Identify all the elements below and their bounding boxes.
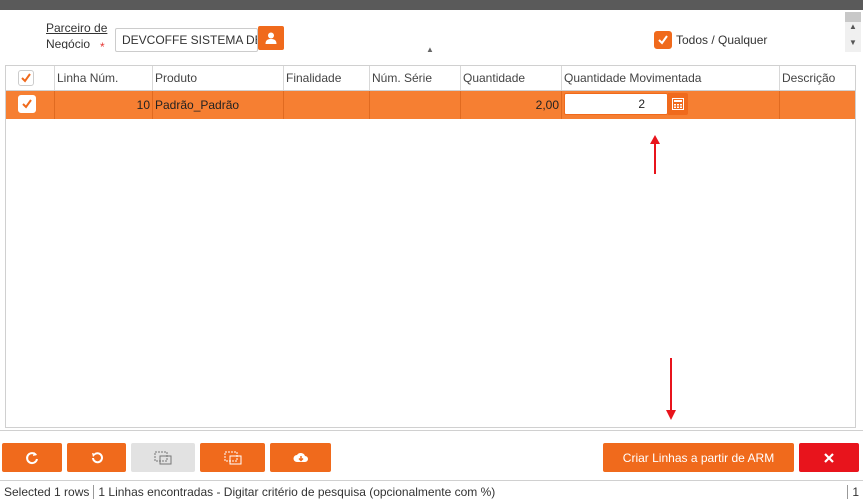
cell-finalidade[interactable] <box>284 91 370 119</box>
scroll-down-icon[interactable]: ▼ <box>849 38 857 47</box>
grid-header: Linha Núm. Produto Finalidade Núm. Série… <box>6 66 855 91</box>
download-button[interactable] <box>270 443 331 472</box>
undo-button[interactable] <box>67 443 126 472</box>
user-icon <box>265 32 277 44</box>
status-bar: Selected 1 rows 1 Linhas encontradas - D… <box>0 480 863 502</box>
cell-linha-num[interactable]: 10 <box>55 91 153 119</box>
partner-label[interactable]: Parceiro de <box>46 21 107 35</box>
close-button[interactable] <box>799 443 859 472</box>
partner-label-line2: Negócio <box>46 37 91 49</box>
lines-grid: Linha Núm. Produto Finalidade Núm. Série… <box>5 65 856 428</box>
create-lines-button[interactable]: Criar Linhas a partir de ARM <box>603 443 794 472</box>
col-header-linha[interactable]: Linha Núm. <box>55 66 153 90</box>
columns-icon <box>224 451 241 464</box>
col-header-qtd-movimentada[interactable]: Quantidade Movimentada <box>562 66 780 90</box>
columns-icon <box>154 451 172 464</box>
scroll-up-icon[interactable]: ▲ <box>849 22 857 31</box>
col-header-finalidade[interactable]: Finalidade <box>284 66 370 90</box>
status-message: 1 Linhas encontradas - Digitar critério … <box>98 484 496 499</box>
todos-checkbox-group[interactable]: Todos / Qualquer <box>654 31 767 49</box>
collapse-caret-icon[interactable]: ▲ <box>426 45 434 54</box>
cell-quantidade[interactable]: 2,00 <box>461 91 562 119</box>
todos-label: Todos / Qualquer <box>676 33 768 47</box>
col-header-descricao[interactable]: Descrição <box>780 66 855 90</box>
col-header-quantidade[interactable]: Quantidade <box>461 66 562 90</box>
status-page: 1 <box>852 484 859 499</box>
col-header-produto[interactable]: Produto <box>153 66 284 90</box>
undo-icon <box>91 451 103 463</box>
header-select-all[interactable] <box>6 66 55 90</box>
columns-button[interactable] <box>200 443 265 472</box>
partner-input[interactable]: DEVCOFFE SISTEMA DE C <box>115 28 258 52</box>
cloud-download-icon <box>293 452 308 462</box>
check-icon <box>658 35 668 45</box>
columns-button-disabled[interactable] <box>131 443 195 472</box>
annotation-arrow-up-icon <box>650 135 660 174</box>
check-icon <box>21 73 31 83</box>
window-titlebar <box>0 0 863 10</box>
table-row[interactable]: 10 Padrão_Padrão 2,00 <box>6 91 855 119</box>
col-header-num-serie[interactable]: Núm. Série <box>370 66 461 90</box>
cell-descricao[interactable] <box>780 91 855 119</box>
calculator-icon <box>672 98 684 110</box>
check-icon <box>22 99 32 109</box>
cell-produto[interactable]: Padrão_Padrão <box>153 91 284 119</box>
refresh-button[interactable] <box>2 443 62 472</box>
todos-checkbox[interactable] <box>654 31 672 49</box>
filter-scrollbar[interactable]: ▲ ▼ <box>845 12 861 52</box>
qty-movimentada-input[interactable]: 2 <box>564 93 668 115</box>
calculator-button[interactable] <box>668 93 688 115</box>
row-checkbox[interactable] <box>18 95 36 113</box>
refresh-icon <box>26 451 38 464</box>
partner-lookup-button[interactable] <box>258 26 284 50</box>
cell-num-serie[interactable] <box>370 91 461 119</box>
row-select-cell[interactable] <box>6 91 55 119</box>
status-selected: Selected 1 rows <box>4 484 90 499</box>
close-icon <box>824 452 834 463</box>
annotation-arrow-down-icon <box>666 358 676 420</box>
required-marker: * <box>100 40 105 54</box>
scrollbar-thumb[interactable] <box>845 12 861 22</box>
select-all-checkbox[interactable] <box>18 70 34 86</box>
